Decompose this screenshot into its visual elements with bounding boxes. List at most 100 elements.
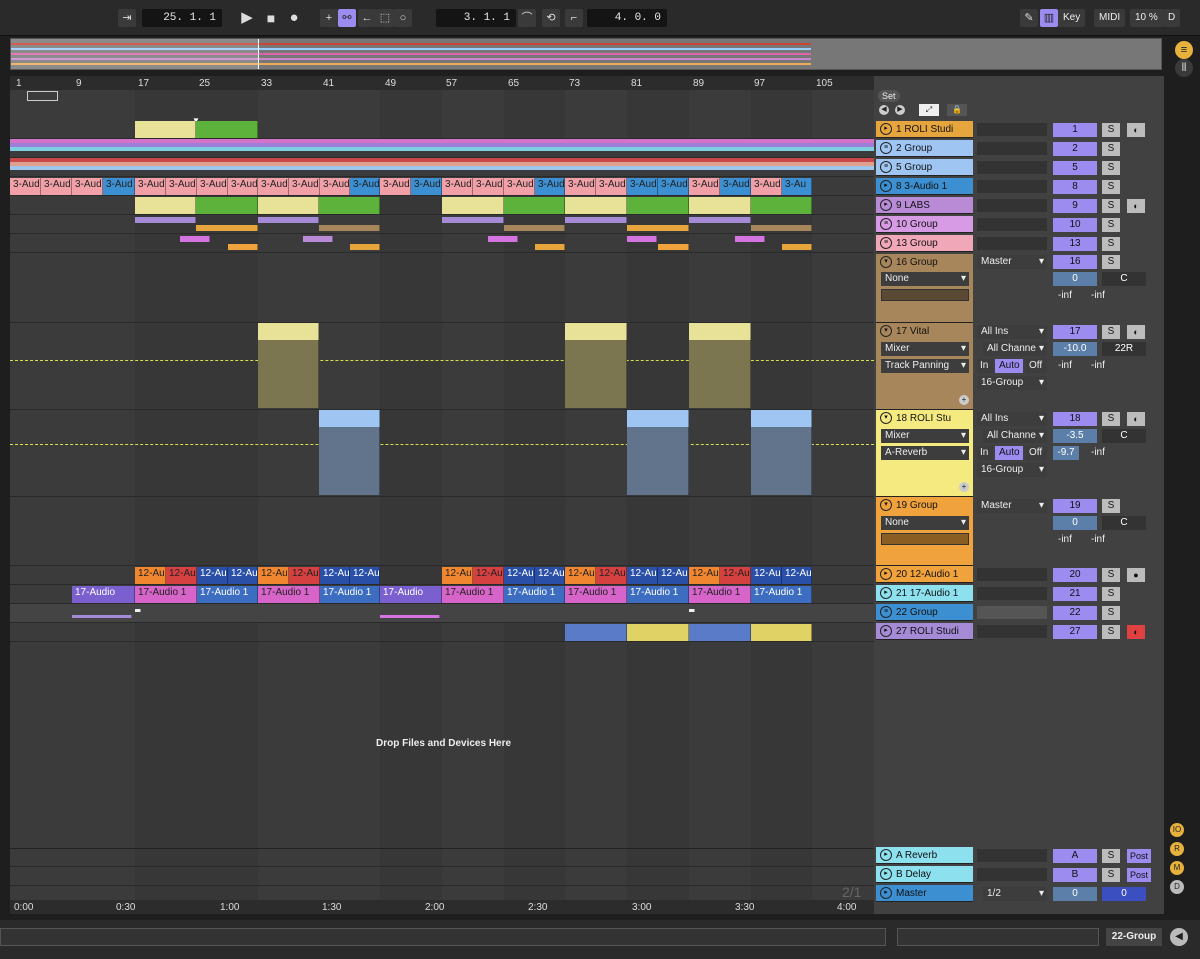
track-header[interactable]: ≡ 22 Group bbox=[876, 604, 973, 621]
clip[interactable]: 3-Aud bbox=[689, 178, 720, 195]
monitor-off-button[interactable]: Off bbox=[1025, 359, 1047, 373]
clip[interactable]: 17-Audio bbox=[380, 586, 442, 603]
collapse-icon[interactable]: ▾ bbox=[880, 325, 892, 337]
view-toggle-icon[interactable]: ⦀ bbox=[1175, 59, 1193, 77]
clip[interactable]: 3-Aud bbox=[411, 178, 442, 195]
arm-icon[interactable]: ◐ bbox=[1127, 199, 1145, 213]
io-slot[interactable] bbox=[977, 568, 1047, 581]
clip[interactable]: 17-Audio 1 bbox=[258, 586, 320, 603]
track-activator[interactable]: 20 bbox=[1053, 568, 1097, 582]
return-header[interactable]: ▸ B Delay bbox=[876, 866, 973, 883]
selected-track-label[interactable]: 22-Group bbox=[1106, 928, 1162, 946]
clip[interactable] bbox=[180, 236, 210, 242]
clip[interactable] bbox=[303, 236, 333, 242]
return-activator[interactable]: B bbox=[1053, 868, 1097, 882]
solo-button[interactable]: S bbox=[1102, 499, 1120, 513]
clip[interactable] bbox=[689, 340, 751, 408]
track-lane[interactable] bbox=[10, 623, 874, 642]
fold-icon[interactable]: ▸ bbox=[880, 180, 892, 192]
track-header[interactable]: ▾ 19 Group bbox=[876, 497, 973, 566]
fold-icon[interactable]: ▸ bbox=[880, 625, 892, 637]
clip[interactable]: 17-Audio 1 bbox=[135, 586, 197, 603]
pan-value[interactable]: C bbox=[1102, 516, 1146, 530]
track-lane[interactable]: 17-Audio 17-Audio 1 17-Audio 1 17-Audio … bbox=[10, 585, 874, 604]
track-activator[interactable]: 18 bbox=[1053, 412, 1097, 426]
volume-value[interactable]: -10.0 bbox=[1053, 342, 1097, 356]
io-slot[interactable] bbox=[977, 625, 1047, 638]
clip[interactable] bbox=[782, 244, 812, 250]
record-button[interactable]: ● bbox=[285, 9, 303, 27]
clip[interactable]: 3-Aud bbox=[504, 178, 535, 195]
volume-value[interactable]: -3.5 bbox=[1053, 429, 1097, 443]
track-header[interactable]: ≡ 10 Group bbox=[876, 216, 973, 233]
clip[interactable] bbox=[689, 217, 751, 223]
arrow-right-icon[interactable]: ▶ bbox=[895, 105, 905, 115]
track-lane[interactable] bbox=[10, 139, 874, 158]
device-select[interactable]: Mixer ▾ bbox=[881, 342, 969, 356]
clip[interactable] bbox=[319, 225, 380, 231]
track-header[interactable]: ▸ 8 3-Audio 1 bbox=[876, 178, 973, 195]
clip[interactable] bbox=[565, 340, 627, 408]
track-activator[interactable]: 21 bbox=[1053, 587, 1097, 601]
solo-button[interactable]: S bbox=[1102, 625, 1120, 639]
clip[interactable] bbox=[689, 609, 695, 612]
clip[interactable]: 3-Aud bbox=[289, 178, 320, 195]
io-slot[interactable] bbox=[977, 199, 1047, 212]
input-channel-slot[interactable] bbox=[881, 533, 969, 545]
clip[interactable]: 12-Au bbox=[565, 567, 596, 584]
clip[interactable] bbox=[627, 197, 689, 214]
clip[interactable] bbox=[319, 197, 380, 214]
monitor-in-button[interactable]: In bbox=[977, 359, 993, 373]
mixer-toggle-button[interactable]: M bbox=[1170, 861, 1184, 875]
return-header[interactable]: ▸ A Reverb bbox=[876, 847, 973, 864]
track-header[interactable]: ▸ 27 ROLI Studi bbox=[876, 623, 973, 640]
clip[interactable]: 12-Au bbox=[689, 567, 720, 584]
follow-icon[interactable]: ⇥ bbox=[118, 9, 136, 27]
stop-button[interactable]: ■ bbox=[262, 9, 280, 27]
clip[interactable]: 3-Aud bbox=[473, 178, 504, 195]
clip[interactable]: 12-Au bbox=[473, 567, 504, 584]
clip[interactable] bbox=[196, 225, 258, 231]
output-select[interactable]: Master ▾ bbox=[977, 255, 1047, 269]
clip[interactable] bbox=[751, 225, 812, 231]
clip[interactable] bbox=[565, 217, 627, 223]
delay-toggle-button[interactable]: D bbox=[1170, 880, 1184, 894]
collapse-icon[interactable]: ▾ bbox=[880, 412, 892, 424]
play-button[interactable]: ▶ bbox=[238, 9, 256, 27]
clip[interactable]: 3-Aud bbox=[197, 178, 228, 195]
arrow-left-icon[interactable]: ◀ bbox=[879, 105, 889, 115]
clip[interactable]: 12-Au bbox=[658, 567, 689, 584]
monitor-in-button[interactable]: In bbox=[977, 446, 993, 460]
io-toggle-button[interactable]: IO bbox=[1170, 823, 1184, 837]
clip[interactable] bbox=[627, 236, 657, 242]
clip[interactable]: 3-Au bbox=[782, 178, 812, 195]
clip[interactable]: 3-Aud bbox=[258, 178, 289, 195]
io-slot[interactable] bbox=[977, 849, 1047, 862]
arm-icon[interactable]: ● bbox=[1127, 568, 1145, 582]
clip[interactable]: 3-Aud bbox=[72, 178, 103, 195]
automation-arm-icon[interactable]: ⚯ bbox=[338, 9, 356, 27]
track-lane[interactable] bbox=[10, 253, 874, 323]
clip[interactable] bbox=[196, 197, 258, 214]
clip[interactable] bbox=[319, 427, 380, 495]
punch-out-icon[interactable]: ⌐ bbox=[565, 9, 583, 27]
master-pan-value[interactable]: 0 bbox=[1102, 887, 1146, 901]
solo-button[interactable]: S bbox=[1102, 142, 1120, 156]
clip[interactable]: 17-Audio 1 bbox=[320, 586, 380, 603]
input-select[interactable]: None ▾ bbox=[881, 516, 969, 530]
fold-icon[interactable]: ▸ bbox=[880, 868, 892, 880]
track-activator[interactable]: 9 bbox=[1053, 199, 1097, 213]
clip[interactable]: 3-Aud bbox=[720, 178, 751, 195]
add-lane-icon[interactable]: + bbox=[959, 482, 969, 492]
midi-map-button[interactable]: MIDI bbox=[1094, 9, 1126, 27]
fold-icon[interactable]: ▸ bbox=[880, 887, 892, 899]
group-icon[interactable]: ≡ bbox=[880, 161, 892, 173]
solo-button[interactable]: S bbox=[1102, 218, 1120, 232]
volume-value[interactable]: 0 bbox=[1053, 272, 1097, 286]
track-activator[interactable]: 27 bbox=[1053, 625, 1097, 639]
post-button[interactable]: Post bbox=[1127, 868, 1151, 882]
group-icon[interactable]: ≡ bbox=[880, 606, 892, 618]
clip[interactable]: 17-Audio 1 bbox=[442, 586, 504, 603]
arm-icon[interactable]: ◐ bbox=[1127, 625, 1145, 639]
track-header[interactable]: ≡ 5 Group bbox=[876, 159, 973, 176]
